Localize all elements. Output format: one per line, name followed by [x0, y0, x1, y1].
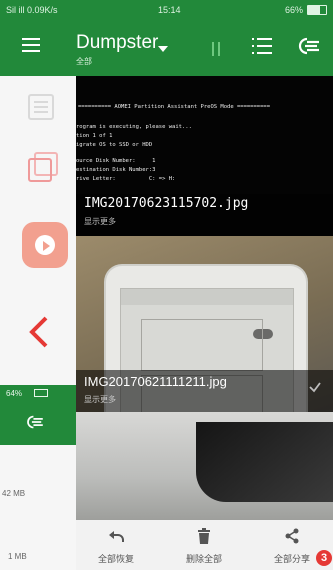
terminal-line: estination Disk Number:3: [76, 167, 156, 173]
undo-icon: [109, 531, 124, 542]
terminal-line: ource Disk Number: 1: [76, 158, 156, 164]
document-icon: [28, 94, 54, 120]
share-icon: [285, 528, 299, 544]
file-size: 42 MB: [2, 489, 26, 498]
restore-all-label: 全部恢复: [97, 554, 134, 564]
filter-icon[interactable]: [298, 37, 320, 55]
signal-indicator: Sil ill 0.09K/s: [6, 5, 58, 15]
terminal-line: rive Letter: C: => H:: [76, 176, 176, 182]
photo-filename: IMG20170623115702.jpg: [84, 196, 249, 211]
bottom-action-bar: 全部恢复 删除全部 全部分享: [76, 520, 333, 570]
photo-thumbnail-lower[interactable]: [76, 412, 333, 520]
mini-app-bar: 64%: [0, 385, 76, 445]
terminal-line: tion 1 of 1: [76, 133, 113, 139]
terminal-line: igrate OS to SSD or HDD: [76, 142, 153, 148]
restore-all-button[interactable]: 全部恢复: [76, 520, 156, 570]
show-more-link[interactable]: 显示更多: [84, 394, 116, 405]
battery-percent: 66%: [284, 5, 303, 15]
photo-thumbnail-terminal[interactable]: ========== AOMEI Partition Assistant Pre…: [76, 76, 333, 236]
video-app-icon: [22, 222, 68, 268]
photo-caption[interactable]: IMG20170621111211.jpg 显示更多: [76, 370, 333, 412]
trash-icon: [198, 528, 210, 544]
copy-icon: [28, 158, 52, 182]
terminal-line: rogram is executing, please wait...: [76, 124, 192, 130]
show-more-link[interactable]: 显示更多: [84, 216, 116, 227]
app-subtitle: 全部: [76, 57, 92, 66]
delete-all-button[interactable]: 删除全部: [164, 520, 244, 570]
menu-icon[interactable]: [22, 38, 40, 52]
photo-filename: IMG20170621111211.jpg: [84, 374, 227, 389]
chevron-left-icon[interactable]: [24, 312, 54, 352]
photo-list[interactable]: ========== AOMEI Partition Assistant Pre…: [76, 76, 333, 520]
caret-down-icon[interactable]: [158, 46, 168, 52]
check-icon[interactable]: [308, 380, 322, 394]
app-bar: Dumpster 全部: [0, 20, 333, 76]
clock: 15:14: [158, 5, 181, 15]
delete-all-label: 删除全部: [185, 554, 222, 564]
step-badge: 3: [316, 550, 332, 566]
filter-icon: [27, 415, 43, 429]
mini-battery-percent: 64%: [6, 389, 23, 398]
mini-battery-icon: [34, 389, 48, 397]
pause-icon: [212, 42, 220, 56]
list-view-icon[interactable]: [252, 38, 272, 54]
file-size: 1 MB: [8, 552, 27, 561]
photo-caption[interactable]: IMG20170623115702.jpg 显示更多: [76, 194, 333, 236]
status-bar: Sil ill 0.09K/s 15:14 66%: [0, 0, 333, 20]
background-screen: 64% 42 MB 1 MB: [0, 76, 76, 570]
battery-icon: [307, 5, 327, 15]
app-title[interactable]: Dumpster: [76, 32, 158, 54]
terminal-line: ========== AOMEI Partition Assistant Pre…: [78, 104, 271, 110]
